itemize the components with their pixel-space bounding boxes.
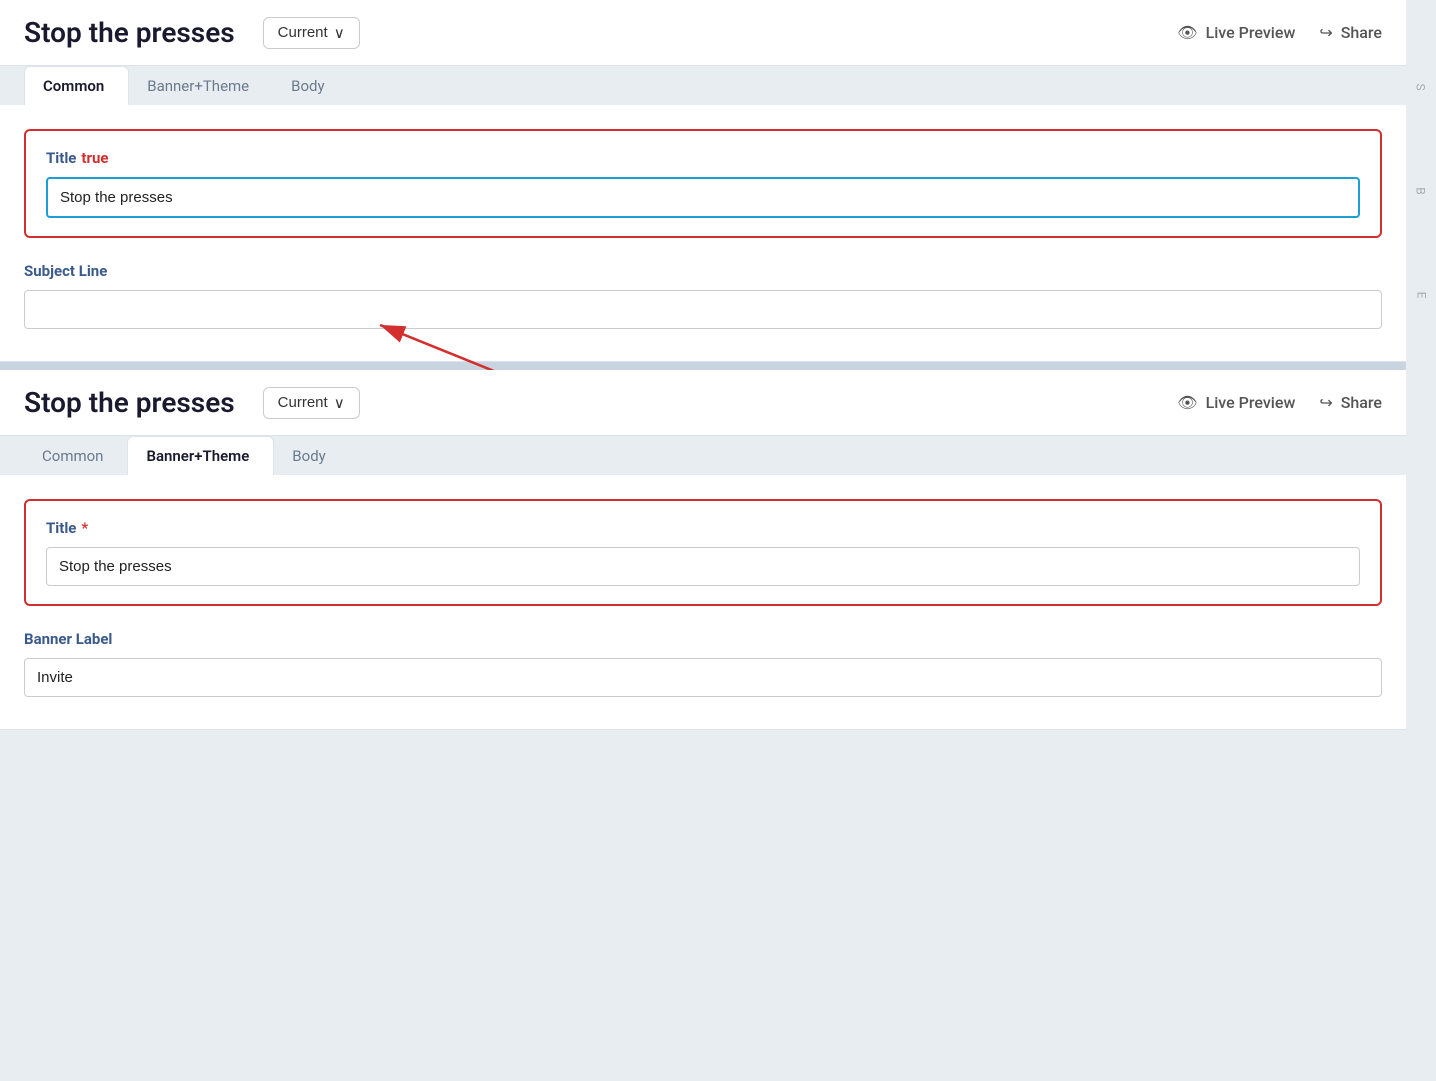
bottom-panel-title: Stop the presses: [24, 386, 235, 419]
bottom-title-required-star: *: [81, 519, 88, 537]
top-title-field-group: Title true: [24, 129, 1382, 238]
bottom-title-label: Title *: [46, 519, 1360, 537]
top-share-icon: ↪: [1319, 23, 1332, 42]
top-title-input[interactable]: [46, 177, 1360, 218]
bottom-header-right: 👁 Live Preview ↪ Share: [1177, 393, 1382, 412]
top-title-label: Title true: [46, 149, 1360, 167]
top-version-chevron: ∨: [334, 24, 345, 42]
bottom-panel: Stop the presses Current ∨ 👁 Live Previe…: [0, 370, 1436, 730]
bottom-banner-label: Banner Label: [24, 630, 1382, 648]
bottom-tab-banner-theme[interactable]: Banner+Theme: [127, 436, 274, 475]
sidebar-letter-s1: S: [1414, 83, 1428, 90]
panel-divider: [0, 362, 1436, 370]
top-eye-icon: 👁: [1177, 23, 1197, 42]
bottom-banner-label-field-group: Banner Label: [24, 630, 1382, 697]
top-panel-title: Stop the presses: [24, 16, 235, 49]
top-tabs-bar: Common Banner+Theme Body: [0, 66, 1406, 105]
bottom-version-dropdown[interactable]: Current ∨: [263, 387, 360, 419]
top-panel: Stop the presses Current ∨ 👁 Live Previe…: [0, 0, 1436, 362]
top-panel-content: Title true Subject Line: [0, 105, 1406, 361]
sidebar-letter-e: E: [1414, 292, 1428, 299]
top-tab-body[interactable]: Body: [273, 67, 348, 105]
sidebar-letter-b: B: [1414, 187, 1428, 194]
top-live-preview-button[interactable]: 👁 Live Preview: [1177, 23, 1295, 42]
bottom-title-field-group: Title *: [24, 499, 1382, 606]
bottom-panel-header: Stop the presses Current ∨ 👁 Live Previe…: [0, 370, 1406, 436]
top-tab-banner-theme[interactable]: Banner+Theme: [129, 67, 273, 105]
top-subject-field-group: Subject Line: [24, 262, 1382, 329]
top-title-required-star: true: [81, 149, 108, 167]
bottom-tab-body[interactable]: Body: [274, 437, 349, 475]
page-wrapper: Stop the presses Current ∨ 👁 Live Previe…: [0, 0, 1436, 730]
bottom-share-icon: ↪: [1319, 393, 1332, 412]
top-tab-common[interactable]: Common: [24, 66, 129, 105]
bottom-live-preview-label: Live Preview: [1206, 393, 1296, 412]
bottom-share-label: Share: [1341, 393, 1382, 412]
bottom-live-preview-button[interactable]: 👁 Live Preview: [1177, 393, 1295, 412]
top-subject-label: Subject Line: [24, 262, 1382, 280]
bottom-title-input[interactable]: [46, 547, 1360, 586]
top-panel-header: Stop the presses Current ∨ 👁 Live Previe…: [0, 0, 1406, 66]
right-sidebar: S B E: [1406, 0, 1436, 730]
bottom-panel-content: Title * Banner Label: [0, 475, 1406, 729]
top-header-right: 👁 Live Preview ↪ Share: [1177, 23, 1382, 42]
top-subject-input[interactable]: [24, 290, 1382, 329]
bottom-version-label: Current: [278, 394, 328, 411]
top-version-dropdown[interactable]: Current ∨: [263, 17, 360, 49]
top-share-button[interactable]: ↪ Share: [1319, 23, 1382, 42]
top-live-preview-label: Live Preview: [1206, 23, 1296, 42]
bottom-version-chevron: ∨: [334, 394, 345, 412]
bottom-eye-icon: 👁: [1177, 393, 1197, 412]
top-version-label: Current: [278, 24, 328, 41]
top-share-label: Share: [1341, 23, 1382, 42]
bottom-share-button[interactable]: ↪ Share: [1319, 393, 1382, 412]
bottom-banner-label-input[interactable]: [24, 658, 1382, 697]
bottom-tab-common[interactable]: Common: [24, 437, 127, 475]
bottom-tabs-bar: Common Banner+Theme Body: [0, 436, 1406, 475]
